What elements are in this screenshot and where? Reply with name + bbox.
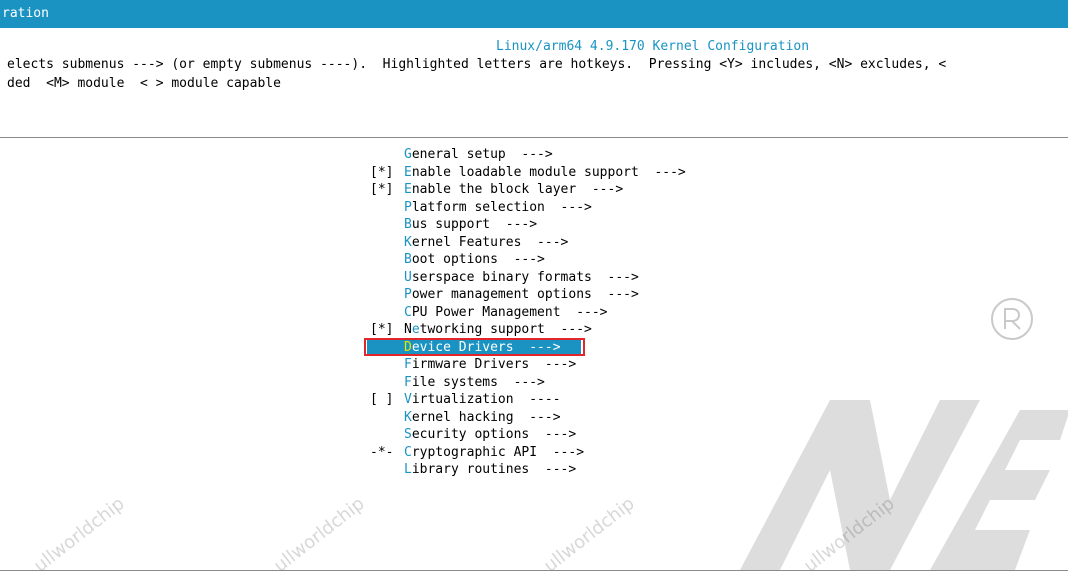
- watermark-text: ullworldchip: [540, 493, 639, 577]
- window-title-bar: ration: [0, 0, 1068, 28]
- menu-item-label: us support --->: [411, 217, 538, 232]
- help-text-line-2: ded <M> module < > module capable: [7, 76, 281, 91]
- menu-item[interactable]: [*] Enable loadable module support --->: [370, 164, 870, 182]
- watermark-text: ullworldchip: [270, 493, 369, 577]
- menu-item[interactable]: Boot options --->: [370, 251, 870, 269]
- menu-frame-top: [0, 137, 1068, 138]
- menu-item-hotkey: C: [404, 444, 412, 460]
- menu-item-hotkey: K: [404, 409, 412, 425]
- menu-item[interactable]: [*] Enable the block layer --->: [370, 181, 870, 199]
- menu-item-hotkey: U: [404, 269, 412, 285]
- menu-item[interactable]: Bus support --->: [370, 216, 870, 234]
- menu-item-hotkey: B: [404, 252, 412, 267]
- menu-item-label: ernel Features --->: [411, 234, 569, 250]
- window-title: ration: [2, 6, 49, 21]
- menu-item[interactable]: Userspace binary formats --->: [370, 269, 870, 287]
- menu-item[interactable]: Kernel Features --->: [370, 234, 870, 252]
- menu-item-label: latform selection --->: [411, 199, 592, 215]
- menu-item-hotkey: S: [404, 427, 412, 442]
- menu-item-label: serspace binary formats --->: [411, 269, 639, 285]
- watermark-text: ullworldchip: [30, 493, 129, 577]
- registered-trademark-icon: [991, 298, 1033, 340]
- menu-item-hotkey: B: [404, 217, 412, 232]
- menu-item[interactable]: General setup --->: [370, 146, 870, 164]
- menu-item-label: ile systems --->: [411, 374, 545, 390]
- menu-item-label: eneral setup --->: [411, 147, 553, 162]
- menu-item-label: N: [404, 322, 412, 337]
- menu-item-label: ower management options --->: [411, 287, 639, 302]
- menu-item-hotkey: E: [404, 164, 412, 180]
- menu-item-hotkey: P: [404, 287, 412, 302]
- menu-item-label: tworking support --->: [419, 322, 592, 337]
- menu-item-label: ernel hacking --->: [411, 409, 561, 425]
- help-text-line-1: elects submenus ---> (or empty submenus …: [7, 57, 947, 72]
- menu-item-label: PU Power Management --->: [411, 304, 608, 320]
- menu-item-label: nable the block layer --->: [411, 182, 624, 197]
- menu-item-hotkey: e: [411, 322, 420, 337]
- menu-item-prefix: -*-: [370, 444, 394, 460]
- menu-item-hotkey: G: [404, 147, 412, 162]
- menu-item-prefix: [*]: [370, 322, 394, 337]
- menu-item-prefix: [*]: [370, 164, 394, 180]
- highlight-box: [364, 338, 585, 356]
- menu-item-hotkey: K: [404, 234, 412, 250]
- menu-item-label: ecurity options --->: [411, 427, 577, 442]
- menu-item[interactable]: Platform selection --->: [370, 199, 870, 217]
- menu-item-label: irtualization ----: [411, 392, 561, 407]
- menu-item-label: ryptographic API --->: [411, 444, 585, 460]
- menu-item-prefix: [ ]: [370, 392, 394, 407]
- menu-item-hotkey: F: [404, 357, 412, 372]
- menu-item-hotkey: C: [404, 304, 412, 320]
- menu-item-hotkey: E: [404, 182, 412, 197]
- menu-item-label: irmware Drivers --->: [411, 357, 577, 372]
- menu-item-hotkey: P: [404, 199, 412, 215]
- menu-item-hotkey: L: [404, 462, 412, 477]
- menu-item-hotkey: V: [404, 392, 412, 407]
- menu-item-prefix: [*]: [370, 182, 394, 197]
- menu-item-label: oot options --->: [411, 252, 545, 267]
- config-title: Linux/arm64 4.9.170 Kernel Configuration: [496, 39, 810, 54]
- menu-item-label: ibrary routines --->: [411, 462, 577, 477]
- menu-item-hotkey: F: [404, 374, 412, 390]
- menu-item-label: nable loadable module support --->: [411, 164, 686, 180]
